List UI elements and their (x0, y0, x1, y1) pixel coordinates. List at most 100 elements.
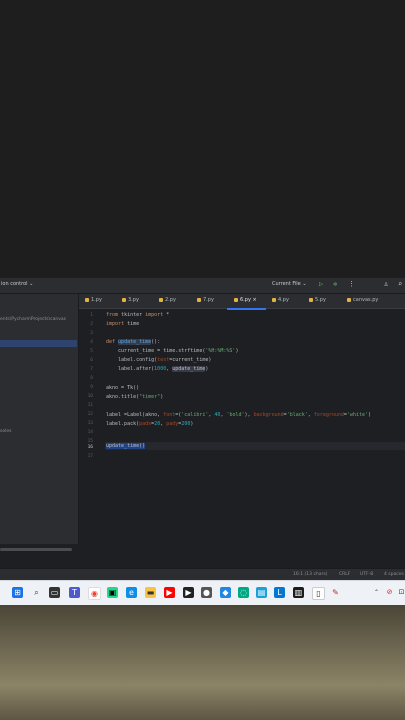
token: foreground (313, 412, 344, 418)
desk-background (0, 605, 405, 720)
python-file-icon (159, 297, 163, 302)
tray-icon[interactable]: ⊘ (384, 587, 395, 598)
code-line: label.config(text=current_time) (106, 357, 211, 363)
app-icon[interactable]: ◆ (220, 587, 231, 598)
chrome-icon[interactable]: ◉ (88, 587, 101, 600)
line-number: 6 (90, 358, 93, 363)
project-sidebar: ents\PycharmProjects\canvas soles (0, 294, 79, 551)
user-icon[interactable]: ♙ (384, 280, 388, 288)
pycharm-icon[interactable]: ▣ (107, 587, 118, 598)
code-line: akno.title("timer") (106, 394, 163, 400)
token: ) (160, 394, 164, 400)
token: import (106, 321, 125, 327)
token: label.after( (106, 366, 155, 372)
python-file-icon (197, 297, 201, 302)
scratches-consoles-item[interactable]: soles (0, 429, 11, 434)
title-bar: ion control ⌄ Current File ⌄ ▷ ✲ ⋮ ♙ ⌕ (0, 278, 405, 294)
media-player-icon[interactable]: ▶ (183, 587, 194, 598)
python-file-icon (347, 297, 351, 302)
token: ) (235, 348, 239, 354)
code-line-current: update_time() (106, 443, 146, 449)
tab-7-py[interactable]: 7.py (197, 297, 214, 303)
token: ) (205, 366, 209, 372)
pycharm-window: ion control ⌄ Current File ⌄ ▷ ✲ ⋮ ♙ ⌕ e… (0, 278, 405, 581)
token: def (106, 339, 119, 345)
python-file-icon (122, 297, 126, 302)
run-configuration-select[interactable]: Current File ⌄ (272, 281, 307, 287)
code-editor[interactable]: from tkinter import * import time def up… (106, 310, 405, 526)
cursor-position[interactable]: 16:1 (13 chars) (293, 572, 327, 577)
more-icon[interactable]: ⋮ (348, 280, 355, 288)
token: background (253, 412, 284, 418)
token: '%H:%M:%S' (205, 348, 236, 354)
token: text (157, 357, 170, 363)
tab-2-py[interactable]: 2.py (159, 297, 176, 303)
sidebar-scrollbar[interactable] (0, 548, 72, 551)
code-line: def update_time(): (106, 339, 160, 345)
code-line: current_time = time.strftime('%H:%M:%S') (106, 348, 238, 354)
indent-setting[interactable]: 4 spaces (384, 572, 404, 577)
version-control-menu[interactable]: ion control ⌄ (1, 281, 33, 287)
debug-icon[interactable]: ✲ (333, 280, 337, 288)
chevron-up-icon[interactable]: ⌃ (371, 587, 382, 598)
token: =current_time) (169, 357, 212, 363)
line-number: 14 (87, 430, 93, 435)
tab-6-py[interactable]: 6.py × (234, 297, 257, 303)
code-line: import time (106, 321, 139, 327)
windows-start-icon[interactable]: ⊞ (12, 587, 23, 598)
token: label =Label(akno, (106, 412, 164, 418)
line-number: 13 (87, 421, 93, 426)
teams-icon[interactable]: T (69, 587, 80, 598)
screen-top-area (0, 0, 405, 278)
project-path[interactable]: ents\PycharmProjects\canvas (0, 317, 66, 322)
tab-canvas-py[interactable]: canvas.py (347, 297, 378, 303)
line-number: 4 (90, 340, 93, 345)
file-explorer-icon[interactable]: ▬ (145, 587, 156, 598)
line-number: 5 (90, 349, 93, 354)
tab-5-py[interactable]: 5.py (309, 297, 326, 303)
app-icon[interactable]: L (274, 587, 285, 598)
code-line: akno = Tk() (106, 385, 139, 391)
token: 'calibri' (181, 412, 209, 418)
token: font (163, 412, 176, 418)
token: padx (139, 421, 152, 427)
youtube-icon[interactable]: ▶ (164, 587, 175, 598)
tray-icon[interactable]: ⊡ (396, 587, 405, 598)
token: update_time (172, 366, 206, 372)
token: label.config( (106, 357, 158, 363)
line-number: 17 (87, 454, 93, 459)
tab-label: 2.py (165, 297, 176, 303)
app-icon[interactable]: ▥ (293, 587, 304, 598)
line-number: 11 (87, 403, 93, 408)
token: ) (190, 421, 194, 427)
run-icon[interactable]: ▷ (319, 280, 323, 288)
tab-3-py[interactable]: 3.py (122, 297, 139, 303)
line-number: 7 (90, 367, 93, 372)
token: label.pack( (106, 421, 140, 427)
app-icon[interactable]: ✎ (330, 587, 341, 598)
line-number: 15 (87, 439, 93, 444)
python-file-icon (309, 297, 313, 302)
selected-tree-item[interactable] (0, 340, 77, 347)
notepad-icon[interactable]: ▯ (312, 587, 325, 600)
code-line: label.after(1000, update_time) (106, 366, 208, 372)
token: update_time (118, 339, 152, 345)
search-icon[interactable]: ⌕ (31, 587, 42, 598)
windows-taskbar: ⊞ ⌕ ▭ T ◉ ▣ e ▬ ▶ ▶ ● ◆ ◌ ▤ L ▥ ▯ ✎ ⌃ ⊘ … (0, 580, 405, 605)
file-encoding[interactable]: UTF-8 (360, 572, 373, 577)
tab-4-py[interactable]: 4.py (272, 297, 289, 303)
whatsapp-icon[interactable]: ◌ (238, 587, 249, 598)
line-number-gutter: 1 2 3 4 5 6 7 8 9 10 11 12 13 14 15 16 1… (79, 310, 105, 526)
token: 200 (181, 421, 191, 427)
edge-icon[interactable]: e (126, 587, 137, 598)
search-icon[interactable]: ⌕ (398, 280, 402, 288)
line-number: 10 (87, 394, 93, 399)
app-icon[interactable]: ▤ (256, 587, 267, 598)
token: akno.title( (106, 394, 140, 400)
code-line: from tkinter import * (106, 312, 169, 318)
token: from (106, 312, 119, 318)
line-separator[interactable]: CRLF (339, 572, 350, 577)
app-icon[interactable]: ● (201, 587, 212, 598)
task-view-icon[interactable]: ▭ (49, 587, 60, 598)
tab-1-py[interactable]: 1.py (85, 297, 102, 303)
